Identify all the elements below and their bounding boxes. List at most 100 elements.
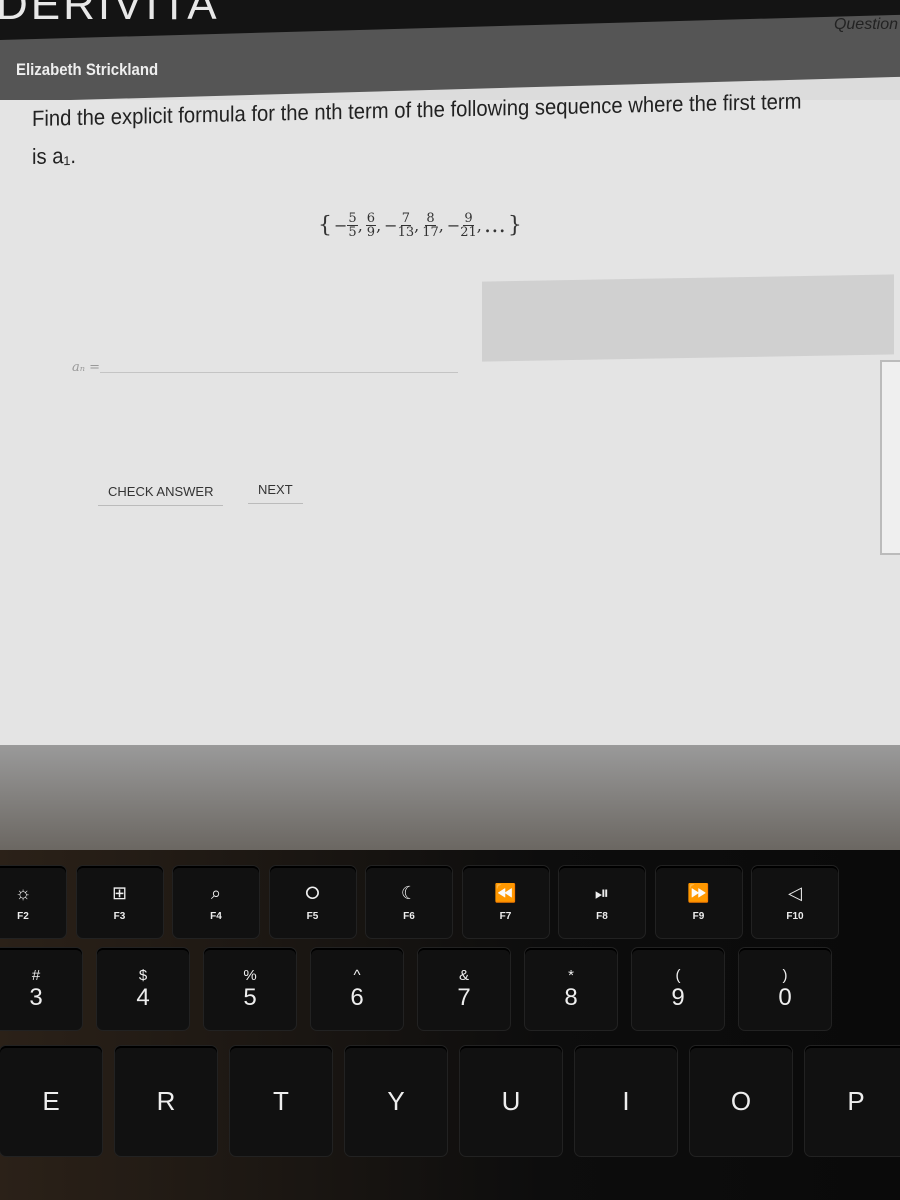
- comma: ,: [438, 216, 444, 235]
- numerator: 5: [347, 211, 358, 226]
- key-label: F5: [306, 910, 319, 922]
- key-f4[interactable]: ⌕ F4: [173, 866, 259, 938]
- key-f7[interactable]: ⏪ F7: [462, 866, 549, 938]
- key-6[interactable]: ^ 6: [311, 948, 403, 1030]
- mute-icon: ◁: [788, 882, 802, 903]
- rewind-icon: ⏪: [494, 882, 517, 903]
- numerator: 7: [400, 211, 411, 226]
- key-label: P: [847, 1085, 865, 1116]
- comma: ,: [357, 216, 363, 235]
- key-shift-label: (: [675, 966, 681, 984]
- key-9[interactable]: (9: [632, 948, 724, 1030]
- play-pause-icon: ⏯: [594, 882, 610, 903]
- key-label: R: [156, 1085, 176, 1116]
- key-label: U: [501, 1085, 521, 1116]
- key-f8[interactable]: ⏯ F8: [559, 866, 645, 938]
- term-sign: −: [334, 216, 348, 235]
- denominator: 5: [348, 225, 357, 240]
- brace-open: {: [318, 213, 332, 238]
- key-f5[interactable]: ⭘ F5: [269, 866, 356, 938]
- key-label: F8: [596, 910, 608, 922]
- key-5[interactable]: % 5: [204, 948, 296, 1030]
- key-label: F2: [17, 910, 29, 922]
- key-3[interactable]: #3: [0, 948, 82, 1030]
- key-shift-label: &: [458, 966, 469, 984]
- key-label: 6: [350, 983, 364, 1011]
- key-f10[interactable]: ◁ F10: [752, 866, 838, 938]
- key-r[interactable]: R: [115, 1046, 217, 1156]
- key-label: 3: [29, 983, 43, 1011]
- key-i[interactable]: I: [575, 1046, 677, 1156]
- comma: ,: [376, 216, 382, 235]
- numerator: 6: [365, 211, 377, 226]
- key-f3[interactable]: ⊞ F3: [76, 866, 163, 938]
- key-shift-label: ): [782, 966, 788, 984]
- key-label: F9: [692, 910, 705, 922]
- denominator: 13: [397, 225, 415, 240]
- sequence-term: −9 21,: [447, 212, 482, 239]
- fraction: 69: [365, 211, 377, 240]
- key-label: F7: [499, 910, 512, 922]
- key-label: 9: [671, 983, 685, 1011]
- microphone-icon: ⭘: [305, 882, 320, 903]
- check-answer-button[interactable]: CHECK ANSWER: [98, 478, 224, 506]
- term-sign: −: [384, 216, 398, 235]
- answer-input[interactable]: [100, 372, 458, 373]
- ellipsis: …: [483, 213, 506, 238]
- key-label: F6: [403, 910, 415, 922]
- user-name: Elizabeth Strickland: [16, 60, 159, 79]
- numerator: 9: [463, 211, 474, 226]
- key-label: T: [273, 1085, 289, 1116]
- sequence-term: 69,: [365, 211, 382, 240]
- key-f6[interactable]: ☾ F6: [366, 866, 452, 938]
- comma: ,: [476, 216, 482, 235]
- logo: DERIVITA: [0, 0, 220, 29]
- question-panel: [0, 100, 900, 745]
- brightness-icon: ☼: [14, 882, 32, 903]
- key-t[interactable]: T: [230, 1046, 332, 1156]
- key-label: F3: [113, 910, 126, 922]
- key-f2[interactable]: ☼ F2: [0, 866, 66, 938]
- laptop-screen: DERIVITA Elizabeth Strickland Question F…: [0, 0, 900, 850]
- fraction: 7 13: [398, 212, 415, 239]
- sequence-term: −5 5,: [334, 212, 363, 239]
- key-u[interactable]: U: [460, 1046, 562, 1156]
- key-label: 7: [457, 983, 471, 1011]
- key-label: 4: [136, 983, 150, 1011]
- fast-forward-icon: ⏩: [687, 882, 710, 903]
- sequence: { −5 5, 6 9, −7 13, 8 17, −9 21, … }: [318, 212, 522, 239]
- search-icon: ⌕: [210, 882, 222, 903]
- key-0[interactable]: ) 0: [739, 948, 831, 1030]
- fraction: 9 21: [460, 212, 477, 239]
- key-label: E: [42, 1085, 60, 1116]
- answer-label: aₙ =: [72, 360, 101, 375]
- key-label: 8: [564, 983, 578, 1011]
- term-sign: −: [446, 216, 461, 235]
- key-shift-label: $: [138, 966, 148, 984]
- key-7[interactable]: & 7: [418, 948, 510, 1030]
- key-label: Y: [387, 1085, 405, 1116]
- denominator: 9: [366, 225, 376, 240]
- fraction: 55: [347, 211, 358, 240]
- key-p[interactable]: P: [805, 1046, 900, 1156]
- side-panel-edge: [880, 360, 900, 555]
- key-o[interactable]: O: [690, 1046, 792, 1156]
- moon-icon: ☾: [400, 882, 418, 903]
- key-shift-label: ^: [353, 966, 361, 984]
- key-4[interactable]: $4: [97, 948, 189, 1030]
- comma: ,: [414, 216, 420, 235]
- key-y[interactable]: Y: [345, 1046, 447, 1156]
- key-shift-label: %: [243, 966, 257, 984]
- key-8[interactable]: * 8: [525, 948, 617, 1030]
- key-f9[interactable]: ⏩ F9: [655, 866, 742, 938]
- key-label: 5: [243, 983, 257, 1011]
- numerator: 8: [425, 211, 436, 226]
- sequence-term: 8 17,: [422, 212, 444, 239]
- next-button[interactable]: NEXT: [248, 476, 303, 504]
- key-e[interactable]: E: [0, 1046, 102, 1156]
- key-shift-label: #: [31, 966, 41, 984]
- key-label: F10: [786, 910, 804, 922]
- key-label: 0: [778, 983, 792, 1011]
- key-label: F4: [210, 910, 222, 922]
- key-label: I: [622, 1085, 630, 1116]
